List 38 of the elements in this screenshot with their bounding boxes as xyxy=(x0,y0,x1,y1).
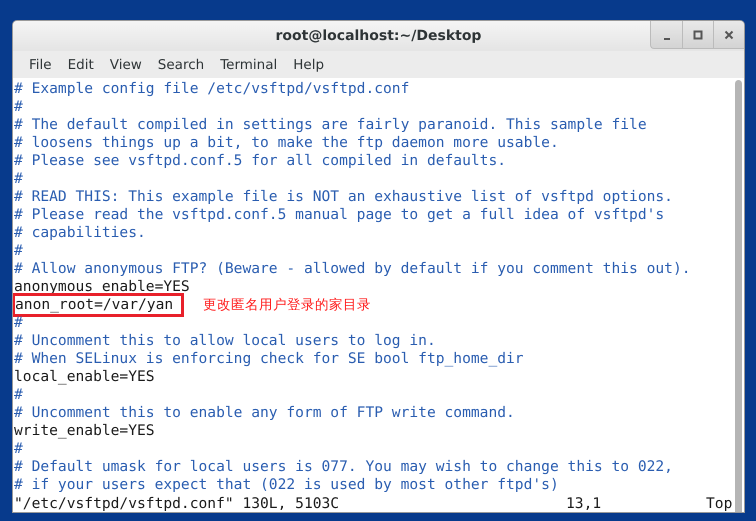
code-comment: # Uncomment this to enable any form of FTP write command. xyxy=(14,404,515,422)
code-comment: # Please see vsftpd.conf.5 for all compiled in defaults. xyxy=(14,152,506,170)
scrollbar-thumb[interactable] xyxy=(735,80,742,512)
window-title: root@localhost:~/Desktop xyxy=(276,28,482,44)
minimize-icon xyxy=(664,38,670,40)
menu-item[interactable]: Search xyxy=(150,56,212,72)
code-comment: # Uncomment this to allow local users to log in. xyxy=(14,332,436,350)
code-comment: # capabilities. xyxy=(14,224,146,242)
menu-item[interactable]: Terminal xyxy=(212,56,286,72)
config-line: write_enable=YES xyxy=(14,422,155,440)
annotation-text: 更改匿名用户登录的家目录 xyxy=(203,296,372,314)
code-comment: # Allow anonymous FTP? (Beware - allowed by default if you comment this out). xyxy=(14,260,691,278)
code-comment: # loosens things up a bit, to make the ftp daemon more usable. xyxy=(14,134,559,152)
status-file-info: "/etc/vsftpd/vsftpd.conf" 130L, 5103C xyxy=(14,494,340,512)
code-comment: # xyxy=(14,98,23,116)
menu-item[interactable]: File xyxy=(21,56,60,72)
code-comment: # xyxy=(14,314,23,332)
maximize-icon xyxy=(693,30,703,40)
close-icon xyxy=(724,30,734,40)
code-comment: # Default umask for local users is 077. You may wish to change this to 022, xyxy=(14,458,673,476)
code-comment: # The default compiled in settings are fairly paranoid. This sample file xyxy=(14,116,647,134)
highlighted-config-line: anon_root=/var/yan xyxy=(15,296,182,314)
code-comment: # Example config file /etc/vsftpd/vsftpd.conf xyxy=(14,80,410,98)
menu-item[interactable]: Edit xyxy=(60,56,102,72)
scroll-position: Top xyxy=(706,494,732,512)
config-line: anonymous_enable=YES xyxy=(14,278,190,296)
code-comment: # xyxy=(14,440,23,458)
code-comment: # READ THIS: This example file is NOT an exhaustive list of vsftpd options. xyxy=(14,188,673,206)
code-comment: # xyxy=(14,170,23,188)
menu-item[interactable]: View xyxy=(102,56,150,72)
code-comment: # if your users expect that (022 is used by most other ftpd's) xyxy=(14,476,559,494)
code-comment: # Please read the vsftpd.conf.5 manual page to get a full idea of vsftpd's xyxy=(14,206,664,224)
config-line: local_enable=YES xyxy=(14,368,155,386)
menu-item[interactable]: Help xyxy=(285,56,332,72)
code-comment: # xyxy=(14,386,23,404)
cursor-position: 13,1 xyxy=(566,494,602,512)
code-comment: # When SELinux is enforcing check for SE bool ftp_home_dir xyxy=(14,350,524,368)
code-comment: # xyxy=(14,242,23,260)
